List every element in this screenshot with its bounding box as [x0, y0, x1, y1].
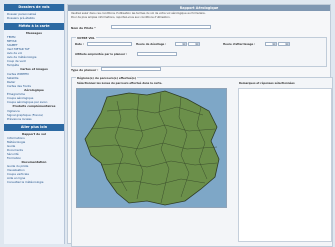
sidebar-link[interactable]: Consultez la météorologie	[4, 180, 64, 184]
main-content: Rapport Aérologique Veuillez saisir dans…	[67, 4, 333, 247]
date-input[interactable]	[87, 42, 132, 46]
chevron-down-icon: ▾	[182, 43, 186, 46]
landing-minute-select[interactable]: ▾	[278, 42, 290, 46]
flight-fieldset: VOTRE VOL Date : Heure de décollage : ▾ …	[71, 36, 327, 67]
flight-fieldset-legend: VOTRE VOL	[76, 36, 96, 40]
intro-text: Veuillez saisir dans ces conditions d'ut…	[68, 11, 330, 21]
chevron-down-icon: ▾	[195, 43, 199, 46]
altitude-input[interactable]	[137, 52, 177, 56]
glider-type-row: Type de planeur :	[71, 67, 271, 73]
comments-textarea[interactable]	[238, 88, 332, 242]
sidebar-section-title: Météo à la carte	[4, 23, 64, 30]
takeoff-hour-select[interactable]: ▾	[175, 42, 187, 46]
altitude-label: Altitude empruntée par le planeur :	[75, 53, 128, 56]
date-label: Date :	[75, 43, 84, 46]
takeoff-time-label: Heure de décollage :	[136, 43, 167, 46]
sidebar-section-title: Aller plus loin	[4, 123, 64, 131]
pilot-name-label: Nom du Pilote *	[71, 26, 96, 30]
pilot-name-row: Nom du Pilote *	[71, 25, 271, 31]
comments-label: Remarques et réponses sélectionnées	[239, 82, 295, 85]
glider-type-input[interactable]	[101, 67, 161, 71]
glider-type-label: Type de planeur :	[71, 68, 99, 72]
map-hint: Sélectionnez les zones du parcours effec…	[77, 82, 163, 85]
sidebar-section-title: Dossiers de vols	[4, 4, 64, 11]
pilot-name-input[interactable]	[111, 25, 211, 29]
sidebar: Dossiers de vols Dossier personnalisé Do…	[4, 4, 65, 244]
sidebar-category: Produits complémentaires	[12, 104, 56, 109]
chevron-down-icon: ▾	[272, 43, 276, 46]
takeoff-minute-select[interactable]: ▾	[188, 42, 200, 46]
landing-hour-select[interactable]: ▾	[265, 42, 277, 46]
france-region-map[interactable]	[76, 88, 227, 208]
france-map-graphic[interactable]	[77, 89, 226, 207]
landing-time-label: Heure d'atterrissage :	[223, 43, 256, 46]
chevron-down-icon: ▾	[285, 43, 289, 46]
regions-fieldset-legend: Régions(s) du parcours(s) effectué(s)	[76, 76, 137, 80]
intro-line: Pour de plus amples informations, report…	[71, 15, 171, 19]
